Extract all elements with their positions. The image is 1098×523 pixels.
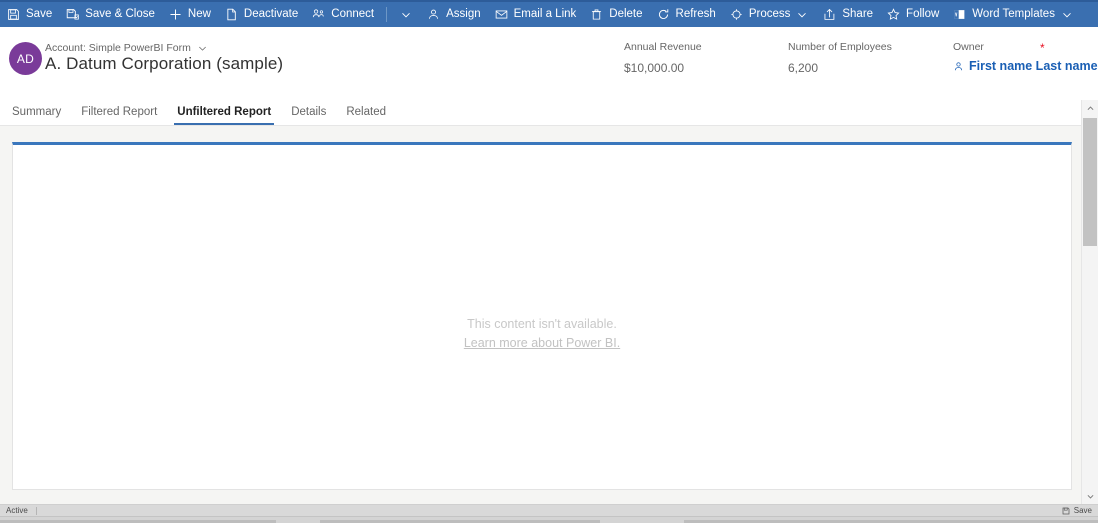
header-field-owner: Owner First name Last name [953, 41, 1098, 73]
command-bar: Save Save & Close New Deactivate Connect [0, 0, 1098, 27]
command-email-a-link[interactable]: Email a Link [488, 2, 584, 27]
command-follow[interactable]: Follow [880, 2, 946, 27]
refresh-icon [656, 7, 671, 22]
tab-related[interactable]: Related [336, 106, 396, 125]
vertical-scrollbar[interactable] [1081, 100, 1098, 504]
status-divider [35, 506, 37, 515]
chevron-down-icon [795, 8, 809, 22]
chevron-down-icon [198, 44, 207, 53]
command-process-label: Process [748, 7, 791, 20]
tab-summary-label: Summary [12, 106, 62, 118]
number-of-employees-label: Number of Employees [788, 41, 892, 53]
tab-details-label: Details [291, 106, 327, 118]
command-deactivate[interactable]: Deactivate [218, 2, 305, 27]
command-word-templates[interactable]: Word Templates [946, 2, 1081, 27]
tab-filtered-report-label: Filtered Report [81, 106, 158, 118]
command-connect-split[interactable] [381, 2, 420, 27]
chevron-down-icon [399, 8, 413, 22]
tab-summary[interactable]: Summary [2, 106, 71, 125]
email-a-link-icon [494, 7, 509, 22]
chevron-down-icon [1087, 487, 1094, 505]
chevron-up-icon [1087, 99, 1094, 117]
command-assign-label: Assign [446, 7, 481, 20]
process-icon [729, 7, 744, 22]
command-delete-label: Delete [609, 7, 643, 20]
owner-required-indicator: * [1040, 41, 1045, 55]
scroll-down-arrow[interactable] [1082, 488, 1098, 504]
connect-icon [311, 7, 326, 22]
person-icon [953, 61, 964, 72]
tab-filtered-report[interactable]: Filtered Report [71, 106, 167, 125]
owner-value-text: First name Last name [969, 59, 1098, 73]
command-share-label: Share [842, 7, 874, 20]
command-share[interactable]: Share [816, 2, 880, 27]
follow-star-icon [886, 7, 901, 22]
chevron-down-icon [1060, 8, 1074, 22]
owner-label: Owner [953, 41, 984, 53]
status-save-label: Save [1073, 505, 1092, 515]
status-bar: Active Save [0, 504, 1098, 516]
command-save-and-close[interactable]: Save & Close [59, 2, 162, 27]
learn-more-link[interactable]: Learn more about Power BI. [464, 336, 620, 350]
bottom-strip [0, 516, 1098, 523]
share-icon [822, 7, 837, 22]
command-assign[interactable]: Assign [420, 2, 488, 27]
page-title: A. Datum Corporation (sample) [45, 54, 284, 73]
command-deactivate-label: Deactivate [243, 7, 299, 20]
tab-details[interactable]: Details [281, 106, 336, 125]
command-new[interactable]: New [162, 2, 218, 27]
number-of-employees-value[interactable]: 6,200 [788, 61, 892, 75]
command-email-a-link-label: Email a Link [513, 7, 577, 20]
tab-strip: Summary Filtered Report Unfiltered Repor… [0, 99, 1098, 126]
command-save-and-close-label: Save & Close [85, 7, 155, 20]
status-badge: Active [6, 505, 28, 515]
assign-icon [426, 7, 441, 22]
content-unavailable-block: This content isn't available. Learn more… [13, 315, 1071, 352]
scrollbar-thumb[interactable] [1083, 118, 1097, 246]
tab-unfiltered-report-label: Unfiltered Report [177, 106, 272, 118]
annual-revenue-value[interactable]: $10,000.00 [624, 61, 702, 75]
avatar-initials: AD [16, 51, 35, 66]
save-and-close-icon [65, 7, 80, 22]
save-icon [1062, 507, 1070, 515]
scroll-up-arrow[interactable] [1082, 100, 1098, 116]
header-field-number-of-employees: Number of Employees 6,200 [788, 41, 892, 75]
command-new-label: New [187, 7, 211, 20]
tab-related-label: Related [346, 106, 386, 118]
word-templates-icon [952, 7, 967, 22]
form-selector[interactable]: Account: Simple PowerBI Form [45, 42, 207, 54]
plus-icon [168, 7, 183, 22]
form-selector-label: Account: Simple PowerBI Form [45, 42, 191, 54]
avatar: AD [9, 42, 42, 75]
powerbi-report-panel: This content isn't available. Learn more… [12, 142, 1072, 490]
status-save-button[interactable]: Save [1062, 505, 1092, 515]
owner-value[interactable]: First name Last name [953, 59, 1098, 73]
command-refresh-label: Refresh [675, 7, 716, 20]
deactivate-icon [224, 7, 239, 22]
command-separator [386, 7, 388, 22]
command-save[interactable]: Save [0, 2, 59, 27]
command-delete[interactable]: Delete [583, 2, 649, 27]
command-word-templates-label: Word Templates [972, 7, 1055, 20]
record-header: AD Account: Simple PowerBI Form A. Datum… [0, 27, 1098, 99]
body-region: This content isn't available. Learn more… [0, 126, 1098, 504]
command-process[interactable]: Process [723, 2, 817, 27]
command-refresh[interactable]: Refresh [650, 2, 723, 27]
annual-revenue-label: Annual Revenue [624, 41, 702, 53]
command-save-label: Save [26, 7, 53, 20]
save-icon [6, 7, 21, 22]
status-left: Active [6, 505, 37, 515]
delete-icon [589, 7, 604, 22]
command-connect-label: Connect [331, 7, 375, 20]
command-follow-label: Follow [906, 7, 940, 20]
command-connect[interactable]: Connect [305, 2, 381, 27]
tab-unfiltered-report[interactable]: Unfiltered Report [167, 106, 281, 125]
header-field-annual-revenue: Annual Revenue $10,000.00 [624, 41, 702, 75]
content-unavailable-message: This content isn't available. [467, 317, 617, 331]
